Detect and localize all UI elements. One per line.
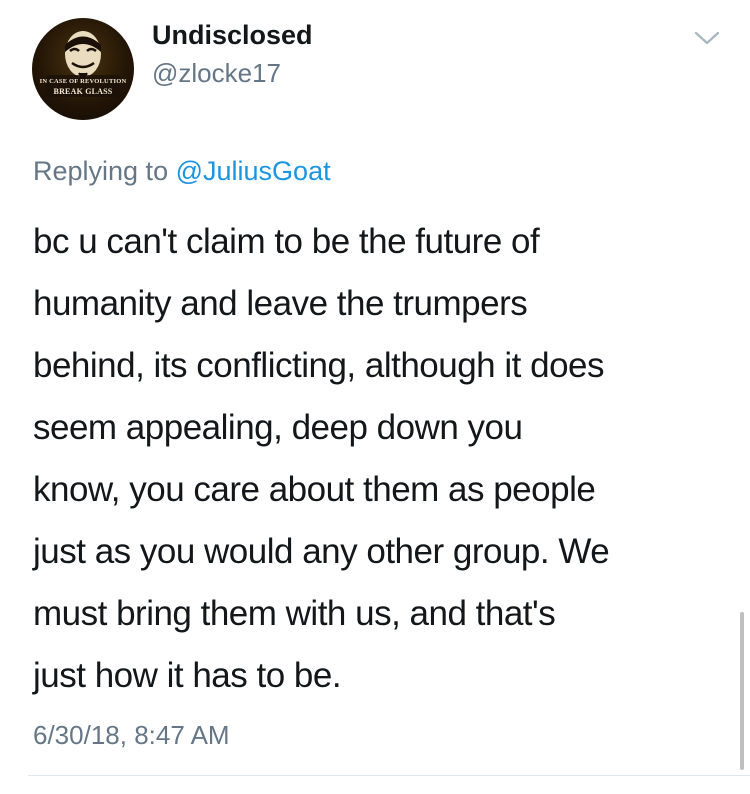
tweet-text-line: must bring them with us, and that's bbox=[33, 594, 556, 633]
avatar-caption-line1: IN CASE OF REVOLUTION bbox=[39, 78, 127, 85]
avatar-caption-line2: BREAK GLASS bbox=[53, 87, 113, 96]
author-display-name[interactable]: Undisclosed bbox=[152, 20, 313, 51]
replying-to-label: Replying to bbox=[33, 156, 169, 186]
author-handle[interactable]: @zlocke17 bbox=[152, 58, 281, 89]
reply-mention-link[interactable]: @JuliusGoat bbox=[176, 156, 331, 186]
tweet-text-line: bc u can't claim to be the future of bbox=[33, 222, 540, 261]
tweet-text-line: seem appealing, deep down you bbox=[33, 408, 523, 447]
tweet-text-line: humanity and leave the trumpers bbox=[33, 284, 528, 323]
tweet-timestamp[interactable]: 6/30/18, 8:47 AM bbox=[33, 720, 230, 751]
divider bbox=[28, 775, 750, 776]
tweet-text-line: just as you would any other group. We bbox=[33, 532, 610, 571]
tweet-text: bc u can't claim to be the future of hum… bbox=[33, 211, 723, 707]
guy-fawkes-mask-icon bbox=[46, 31, 120, 97]
tweet-text-line: behind, its conflicting, although it doe… bbox=[33, 346, 605, 385]
scrollbar[interactable] bbox=[740, 612, 744, 770]
tweet-text-line: just how it has to be. bbox=[33, 656, 342, 695]
tweet-text-line: know, you care about them as people bbox=[33, 470, 596, 509]
chevron-down-icon[interactable] bbox=[694, 30, 720, 46]
avatar[interactable]: IN CASE OF REVOLUTION BREAK GLASS bbox=[32, 18, 134, 120]
replying-to: Replying to @JuliusGoat bbox=[33, 156, 331, 187]
